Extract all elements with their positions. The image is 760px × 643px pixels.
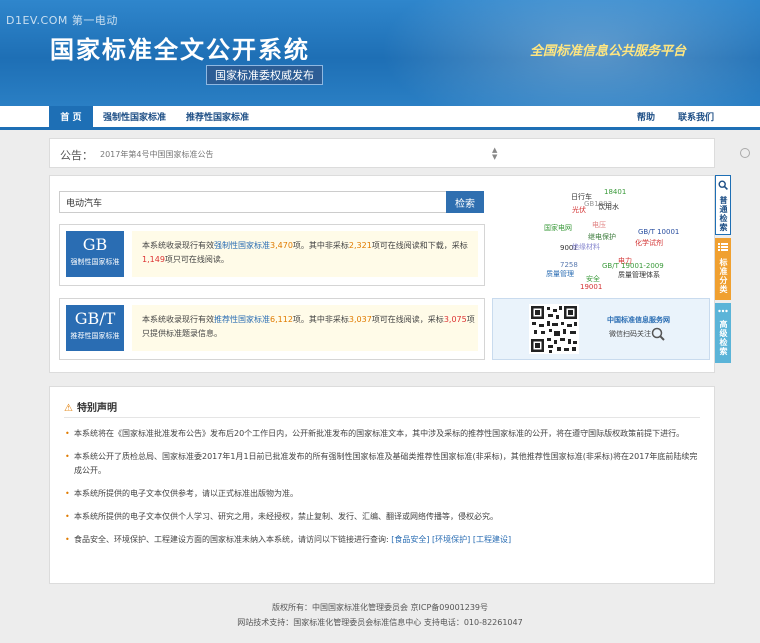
tab-basic-search[interactable]: 普通检索 (715, 175, 731, 235)
cloud-tag[interactable]: GB/T 19001-2009 (602, 262, 664, 270)
link-food-safety[interactable]: [食品安全] (391, 535, 429, 544)
nav-home[interactable]: 首 页 (49, 106, 93, 130)
tab-classification[interactable]: 标准分类 (715, 238, 731, 300)
tab-classification-label: 标准分类 (719, 258, 728, 294)
cloud-tag[interactable]: 国家电网 (544, 223, 572, 233)
watermark: D1EV.COM 第一电动 (6, 14, 118, 27)
footer-support: 网站技术支持：国家标准化管理委员会标准信息中心 支持电话：010-8226104… (237, 618, 523, 627)
tab-basic-search-label: 普通检索 (719, 196, 728, 232)
tab-advanced-search-label: 高级检索 (719, 320, 728, 356)
gb-code: GB (82, 235, 108, 254)
divider (64, 417, 700, 418)
cloud-tag[interactable]: 电压 (592, 220, 606, 230)
nav-mandatory[interactable]: 强制性国家标准 (103, 106, 166, 130)
gb-nonadopt-count: 2,321 (348, 241, 372, 250)
header-banner: D1EV.COM 第一电动 国家标准全文公开系统 国家标准委权威发布 全国标准信… (0, 0, 760, 106)
nav-recommended[interactable]: 推荐性国家标准 (186, 106, 249, 130)
statement-item: 本系统所提供的电子文本仅供参考，请以正式标准出版物为准。 (64, 487, 704, 501)
gbt-badge[interactable]: GB/T 推荐性国家标准 (66, 305, 124, 351)
gb-desc-text: 项只可在线阅读。 (164, 255, 229, 264)
nav-contact[interactable]: 联系我们 (678, 106, 714, 130)
platform-slogan: 全国标准信息公共服务平台 (530, 44, 687, 59)
gb-standard-card: GB 强制性国家标准 本系统收录现行有效强制性国家标准3,470项。其中非采标2… (59, 224, 485, 286)
notice-bar: 公告： 2017年第4号中国国家标准公告 ▲ ▼ (49, 138, 750, 168)
cloud-tag[interactable]: 饮用水 (598, 202, 619, 212)
notice-text[interactable]: 2017年第4号中国国家标准公告 (100, 149, 213, 160)
dots-icon (718, 309, 728, 313)
cloud-tag[interactable]: 19001 (580, 283, 602, 291)
gbt-nonadopt-count: 3,037 (348, 315, 372, 324)
main-panel: 检索 GB 强制性国家标准 本系统收录现行有效强制性国家标准3,470项。其中非… (49, 175, 715, 373)
gbt-name: 推荐性国家标准 (70, 332, 120, 340)
statement-item: 本系统所提供的电子文本仅供个人学习、研究之用，未经授权，禁止复制、发行、汇编、翻… (64, 510, 704, 524)
main-nav: 首 页 强制性国家标准 推荐性国家标准 帮助 联系我们 (0, 106, 760, 130)
cloud-tag[interactable]: 继电保护 (588, 232, 616, 242)
list-icon (718, 243, 728, 251)
gb-adopt-count: 1,149 (142, 255, 165, 264)
gb-count: 3,470 (270, 241, 293, 250)
cloud-tag[interactable]: 7258 (560, 261, 578, 269)
magnifier-icon (651, 327, 665, 341)
gbt-desc-text: 本系统收录现行有效 (142, 315, 214, 324)
statement-item: 本系统公开了质检总局、国家标准委2017年1月1日前已批准发布的所有强制性国家标… (64, 450, 704, 478)
statement-item: 本系统将在《国家标准批准发布公告》发布后20个工作日内，公开新批准发布的国家标准… (64, 427, 704, 441)
keyword-cloud: 日行车 18401 GB1883 光伏 饮用水 电压 国家电网 继电保护 GB/… (492, 182, 714, 294)
notice-label: 公告： (60, 149, 93, 162)
gb-name: 强制性国家标准 (70, 258, 120, 266)
tab-advanced-search[interactable]: 高级检索 (715, 303, 731, 363)
gb-badge[interactable]: GB 强制性国家标准 (66, 231, 124, 277)
qr-subtitle: 微信扫码关注 (609, 330, 651, 338)
statement-last-text: 食品安全、环境保护、工程建设方面的国家标准未纳入本系统，请访问以下链接进行查询: (74, 535, 389, 544)
nav-help[interactable]: 帮助 (637, 106, 655, 130)
link-environment[interactable]: [环境保护] (432, 535, 470, 544)
link-construction[interactable]: [工程建设] (473, 535, 511, 544)
gbt-adopt-count: 3,075 (443, 315, 467, 324)
gbt-desc-text: 项。其中非采标 (292, 315, 349, 324)
cloud-tag[interactable]: 绝缘材料 (572, 242, 600, 252)
gbt-code: GB/T (74, 309, 116, 328)
qr-panel: 中国标准信息服务网 微信扫码关注 (492, 298, 710, 360)
statement-heading: ⚠ 特别声明 (64, 399, 117, 414)
gbt-link[interactable]: 推荐性国家标准 (214, 315, 270, 324)
search-icon (718, 180, 728, 190)
notice-scroll-icon[interactable]: ▲ ▼ (492, 147, 497, 161)
clock-icon (740, 148, 750, 158)
gb-desc-text: 项可在线阅读和下载，采标 (371, 241, 468, 250)
statement-item: 食品安全、环境保护、工程建设方面的国家标准未纳入本系统，请访问以下链接进行查询:… (64, 533, 704, 547)
gbt-count: 6,112 (270, 315, 293, 324)
qr-code (529, 304, 579, 354)
warning-icon: ⚠ (64, 403, 73, 414)
site-subtitle: 国家标准委权威发布 (206, 65, 323, 85)
site-title: 国家标准全文公开系统 (50, 36, 310, 64)
gb-link[interactable]: 强制性国家标准 (214, 241, 270, 250)
cloud-tag[interactable]: GB/T 10001 (638, 228, 679, 236)
statement-title: 特别声明 (76, 403, 117, 414)
cloud-tag[interactable]: 化学试剂 (635, 238, 663, 248)
search-input[interactable] (59, 191, 447, 213)
footer: 版权所有：中国国家标准化管理委员会 京ICP备09001239号 网站技术支持：… (0, 600, 760, 630)
cloud-tag[interactable]: 质量管理 (546, 269, 574, 279)
gb-description: 本系统收录现行有效强制性国家标准3,470项。其中非采标2,321项可在线阅读和… (132, 231, 478, 277)
statement-list: 本系统将在《国家标准批准发布公告》发布后20个工作日内，公开新批准发布的国家标准… (64, 427, 704, 556)
special-statement: ⚠特别声明 本系统将在《国家标准批准发布公告》发布后20个工作日内，公开新批准发… (49, 386, 715, 584)
gb-desc-text: 本系统收录现行有效 (142, 241, 214, 250)
search-button[interactable]: 检索 (446, 191, 484, 213)
gbt-desc-text: 项可在线阅读，采标 (371, 315, 444, 324)
gb-desc-text: 项。其中非采标 (292, 241, 349, 250)
gbt-description: 本系统收录现行有效推荐性国家标准6,112项。其中非采标3,037项可在线阅读，… (132, 305, 478, 351)
gbt-standard-card: GB/T 推荐性国家标准 本系统收录现行有效推荐性国家标准6,112项。其中非采… (59, 298, 485, 360)
qr-title: 中国标准信息服务网 (607, 316, 670, 324)
cloud-tag[interactable]: 质量管理体系 (618, 270, 660, 280)
cloud-tag[interactable]: 光伏 (572, 205, 586, 215)
cloud-tag[interactable]: 18401 (604, 188, 626, 196)
footer-copyright: 版权所有：中国国家标准化管理委员会 京ICP备09001239号 (271, 603, 489, 612)
